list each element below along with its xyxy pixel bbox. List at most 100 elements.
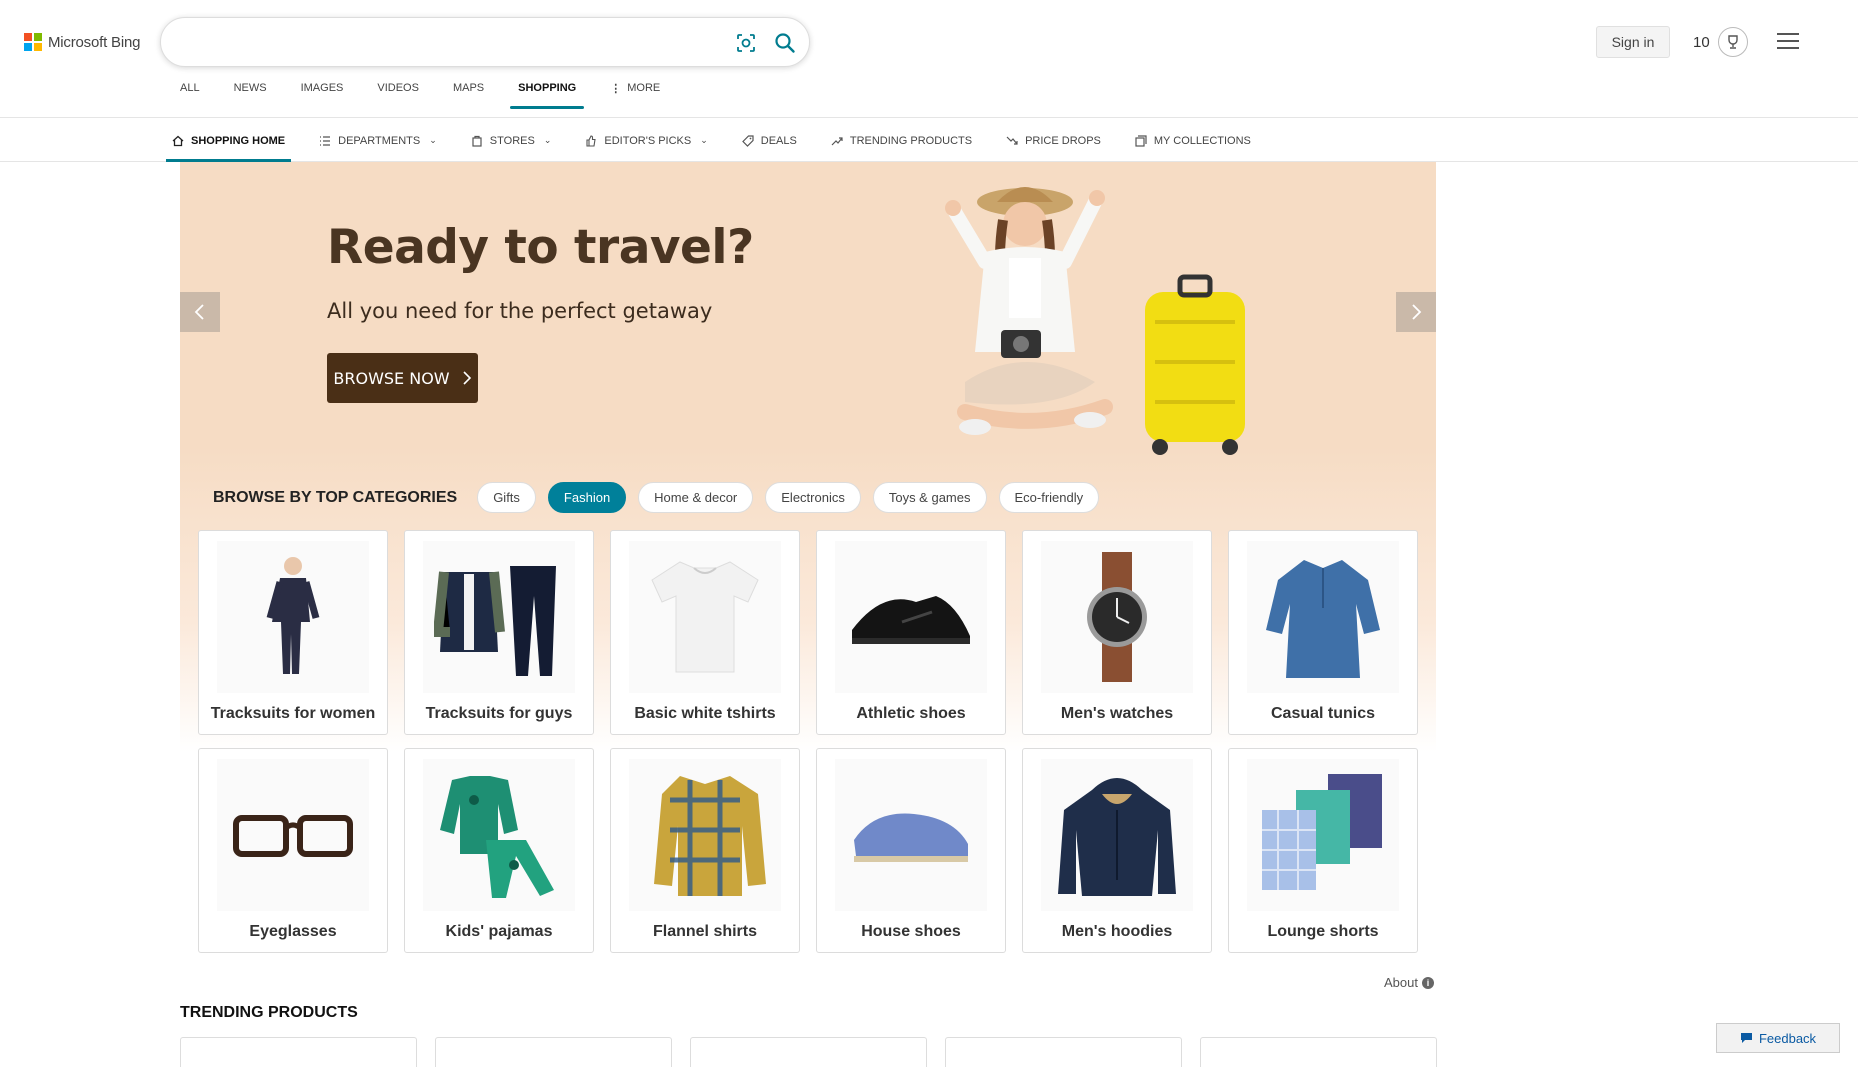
chevron-right-icon	[463, 371, 471, 385]
carousel-prev-button[interactable]	[180, 292, 220, 332]
carousel-next-button[interactable]	[1396, 292, 1436, 332]
price-drop-icon	[1006, 136, 1018, 145]
sign-in-button[interactable]: Sign in	[1596, 26, 1670, 58]
shopping-subnav: SHOPPING HOME DEPARTMENTS ⌄ STORES ⌄ EDI…	[0, 119, 1858, 162]
bing-logo[interactable]: Microsoft Bing	[24, 33, 140, 51]
category-card[interactable]: Casual tunics	[1228, 530, 1418, 735]
category-pill-gifts[interactable]: Gifts	[477, 482, 536, 513]
category-pill-toys-games[interactable]: Toys & games	[872, 482, 987, 513]
category-card-label: Basic white tshirts	[634, 705, 776, 722]
athletic-shoe-image	[835, 541, 987, 693]
top-header: Microsoft Bing ALL NEWS IMAGES VIDEOS MA…	[0, 0, 1858, 118]
search-icon[interactable]	[773, 31, 797, 55]
category-card[interactable]: Flannel shirts	[610, 748, 800, 953]
chevron-down-icon: ⌄	[543, 135, 552, 145]
tab-shopping[interactable]: SHOPPING	[510, 82, 585, 115]
menu-hamburger-icon[interactable]	[1777, 33, 1799, 49]
category-card-label: Athletic shoes	[856, 705, 966, 722]
subnav-label: MY COLLECTIONS	[1153, 134, 1251, 147]
search-nav-tabs: ALL NEWS IMAGES VIDEOS MAPS SHOPPING ⋮ M…	[180, 82, 694, 115]
subnav-editors-picks[interactable]: EDITOR'S PICKS ⌄	[585, 119, 708, 162]
rewards-button[interactable]: 10	[1693, 27, 1748, 57]
trending-product-card[interactable]	[435, 1037, 672, 1067]
pajamas-image	[423, 759, 575, 911]
white-tshirt-image	[629, 541, 781, 693]
subnav-label: EDITOR'S PICKS	[604, 134, 692, 147]
category-card[interactable]: Lounge shorts	[1228, 748, 1418, 953]
category-card[interactable]: Tracksuits for guys	[404, 530, 594, 735]
tab-all[interactable]: ALL	[180, 82, 200, 115]
about-link[interactable]: About i	[1384, 975, 1434, 990]
category-card[interactable]: House shoes	[816, 748, 1006, 953]
hero-subtitle: All you need for the perfect getaway	[327, 299, 713, 323]
chevron-down-icon: ⌄	[700, 135, 708, 145]
trending-product-card[interactable]	[945, 1037, 1182, 1067]
subnav-trending-products[interactable]: TRENDING PRODUCTS	[831, 119, 972, 162]
microsoft-logo-icon	[24, 33, 42, 51]
tracksuit-men-image	[423, 541, 575, 693]
category-card-label: Men's hoodies	[1061, 923, 1173, 940]
category-pill-fashion[interactable]: Fashion	[547, 482, 627, 513]
subnav-my-collections[interactable]: MY COLLECTIONS	[1135, 119, 1251, 162]
category-card-label: Tracksuits for guys	[425, 705, 573, 722]
flannel-shirt-image	[629, 759, 781, 911]
browse-now-label: BROWSE NOW	[333, 368, 450, 388]
house-shoe-image	[835, 759, 987, 911]
category-card-label: House shoes	[861, 923, 961, 940]
category-card[interactable]: Basic white tshirts	[610, 530, 800, 735]
chat-icon	[1740, 1033, 1752, 1043]
hoodie-image	[1041, 759, 1193, 911]
trending-product-card[interactable]	[1200, 1037, 1437, 1067]
home-icon	[172, 135, 184, 146]
tab-maps[interactable]: MAPS	[453, 82, 484, 115]
subnav-deals[interactable]: DEALS	[741, 119, 797, 162]
feedback-label: Feedback	[1758, 1030, 1817, 1046]
subnav-departments[interactable]: DEPARTMENTS ⌄	[319, 119, 437, 162]
browse-now-button[interactable]: BROWSE NOW	[327, 353, 478, 403]
category-pill-electronics[interactable]: Electronics	[765, 482, 861, 513]
categories-header: BROWSE BY TOP CATEGORIES Gifts Fashion H…	[213, 482, 1100, 513]
category-card[interactable]: Tracksuits for women	[198, 530, 388, 735]
category-card[interactable]: Kids' pajamas	[404, 748, 594, 953]
subnav-shopping-home[interactable]: SHOPPING HOME	[165, 119, 292, 162]
info-icon: i	[1421, 976, 1434, 989]
trending-icon	[831, 136, 843, 145]
visual-search-icon[interactable]	[734, 31, 758, 55]
subnav-stores[interactable]: STORES ⌄	[471, 119, 552, 162]
category-card[interactable]: Men's hoodies	[1022, 748, 1212, 953]
trending-product-card[interactable]	[690, 1037, 927, 1067]
category-card[interactable]: Eyeglasses	[198, 748, 388, 953]
tab-images[interactable]: IMAGES	[301, 82, 344, 115]
about-label: About	[1384, 975, 1418, 990]
subnav-price-drops[interactable]: PRICE DROPS	[1006, 119, 1101, 162]
subnav-label: PRICE DROPS	[1025, 134, 1101, 147]
feedback-button[interactable]: Feedback	[1716, 1023, 1840, 1053]
category-card[interactable]: Athletic shoes	[816, 530, 1006, 735]
category-card-label: Men's watches	[1060, 705, 1174, 722]
search-input[interactable]	[181, 30, 721, 56]
categories-title: BROWSE BY TOP CATEGORIES	[213, 488, 458, 506]
traveler-with-suitcase-image	[945, 187, 1245, 455]
search-box	[160, 17, 810, 67]
category-card-label: Kids' pajamas	[445, 923, 553, 940]
subnav-label: STORES	[489, 134, 535, 147]
category-pill-home-decor[interactable]: Home & decor	[638, 482, 754, 513]
tab-videos[interactable]: VIDEOS	[377, 82, 419, 115]
category-grid: Tracksuits for women Tracksuits for guys…	[198, 530, 1418, 953]
logo-text: Microsoft Bing	[48, 33, 141, 51]
hero-title: Ready to travel?	[327, 220, 754, 275]
tunic-image	[1247, 541, 1399, 693]
collections-icon	[1135, 134, 1147, 147]
category-card-label: Casual tunics	[1270, 705, 1376, 722]
subnav-label: TRENDING PRODUCTS	[849, 134, 973, 147]
tab-news[interactable]: NEWS	[234, 82, 267, 115]
tag-icon	[741, 134, 754, 147]
subnav-label: DEPARTMENTS	[338, 134, 421, 147]
trending-product-card[interactable]	[180, 1037, 417, 1067]
watch-image	[1041, 541, 1193, 693]
chevron-down-icon: ⌄	[429, 135, 437, 145]
category-pill-eco-friendly[interactable]: Eco-friendly	[998, 482, 1100, 513]
category-card[interactable]: Men's watches	[1022, 530, 1212, 735]
subnav-label: DEALS	[760, 134, 797, 147]
tab-more[interactable]: ⋮ MORE	[610, 82, 660, 115]
